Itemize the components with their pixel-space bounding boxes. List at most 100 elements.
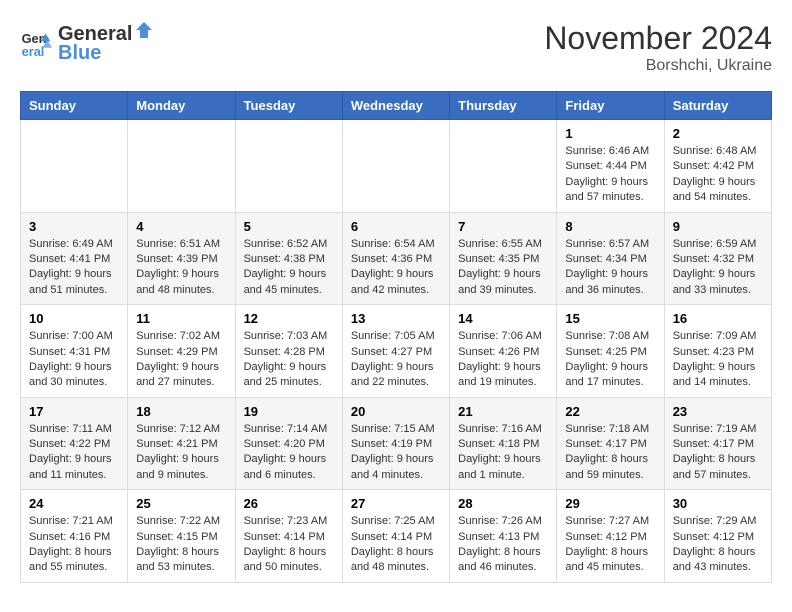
- day-number: 20: [351, 404, 441, 419]
- calendar-cell: 14 Sunrise: 7:06 AMSunset: 4:26 PMDayligh…: [450, 305, 557, 398]
- logo-icon: Gen eral: [20, 27, 52, 59]
- calendar-cell: 8 Sunrise: 6:57 AMSunset: 4:34 PMDaylight…: [557, 212, 664, 305]
- calendar-cell: 16 Sunrise: 7:09 AMSunset: 4:23 PMDayligh…: [664, 305, 771, 398]
- day-info: Sunrise: 7:23 AMSunset: 4:14 PMDaylight:…: [244, 514, 334, 576]
- day-info: Sunrise: 7:15 AMSunset: 4:19 PMDaylight:…: [351, 422, 441, 484]
- day-number: 30: [673, 496, 763, 511]
- day-number: 11: [136, 311, 226, 326]
- calendar-cell: 20 Sunrise: 7:15 AMSunset: 4:19 PMDayligh…: [342, 397, 449, 490]
- day-info: Sunrise: 7:14 AMSunset: 4:20 PMDaylight:…: [244, 422, 334, 484]
- calendar-cell: 7Sunrise: 6:55 AMSunset: 4:35 PMDaylight…: [450, 212, 557, 305]
- week-row-4: 17 Sunrise: 7:11 AMSunset: 4:22 PMDayligh…: [21, 397, 772, 490]
- day-number: 2: [673, 126, 763, 141]
- day-number: 6: [351, 219, 441, 234]
- day-info: Sunrise: 6:54 AMSunset: 4:36 PMDaylight:…: [351, 237, 441, 299]
- calendar-cell: 26 Sunrise: 7:23 AMSunset: 4:14 PMDayligh…: [235, 490, 342, 583]
- day-info: Sunrise: 7:29 AMSunset: 4:12 PMDaylight:…: [673, 514, 763, 576]
- calendar-cell: 24Sunrise: 7:21 AMSunset: 4:16 PMDayligh…: [21, 490, 128, 583]
- day-info: Sunrise: 7:08 AMSunset: 4:25 PMDaylight:…: [565, 329, 655, 391]
- day-number: 10: [29, 311, 119, 326]
- day-number: 12: [244, 311, 334, 326]
- calendar-cell: 6 Sunrise: 6:54 AMSunset: 4:36 PMDaylight…: [342, 212, 449, 305]
- day-info: Sunrise: 7:19 AMSunset: 4:17 PMDaylight:…: [673, 422, 763, 484]
- col-header-sunday: Sunday: [21, 92, 128, 120]
- day-info: Sunrise: 6:59 AMSunset: 4:32 PMDaylight:…: [673, 237, 763, 299]
- day-number: 22: [565, 404, 655, 419]
- day-number: 19: [244, 404, 334, 419]
- day-info: Sunrise: 7:09 AMSunset: 4:23 PMDaylight:…: [673, 329, 763, 391]
- day-info: Sunrise: 6:57 AMSunset: 4:34 PMDaylight:…: [565, 237, 655, 299]
- day-info: Sunrise: 6:52 AMSunset: 4:38 PMDaylight:…: [244, 237, 334, 299]
- col-header-friday: Friday: [557, 92, 664, 120]
- day-info: Sunrise: 7:11 AMSunset: 4:22 PMDaylight:…: [29, 422, 119, 484]
- header: Gen eral General Blue November 2024 Bors…: [20, 20, 772, 75]
- day-number: 13: [351, 311, 441, 326]
- calendar-cell: 2 Sunrise: 6:48 AMSunset: 4:42 PMDaylight…: [664, 120, 771, 213]
- calendar-cell: 12 Sunrise: 7:03 AMSunset: 4:28 PMDayligh…: [235, 305, 342, 398]
- day-number: 21: [458, 404, 548, 419]
- calendar-cell: 29Sunrise: 7:27 AMSunset: 4:12 PMDayligh…: [557, 490, 664, 583]
- calendar-cell: 4 Sunrise: 6:51 AMSunset: 4:39 PMDaylight…: [128, 212, 235, 305]
- day-info: Sunrise: 7:26 AMSunset: 4:13 PMDaylight:…: [458, 514, 548, 576]
- day-number: 26: [244, 496, 334, 511]
- calendar-cell: 1 Sunrise: 6:46 AMSunset: 4:44 PMDaylight…: [557, 120, 664, 213]
- day-info: Sunrise: 7:16 AMSunset: 4:18 PMDaylight:…: [458, 422, 548, 484]
- day-number: 8: [565, 219, 655, 234]
- day-number: 16: [673, 311, 763, 326]
- day-number: 23: [673, 404, 763, 419]
- calendar-cell: 25 Sunrise: 7:22 AMSunset: 4:15 PMDayligh…: [128, 490, 235, 583]
- day-number: 25: [136, 496, 226, 511]
- day-info: Sunrise: 7:22 AMSunset: 4:15 PMDaylight:…: [136, 514, 226, 576]
- day-number: 5: [244, 219, 334, 234]
- logo: Gen eral General Blue: [20, 20, 154, 65]
- day-number: 27: [351, 496, 441, 511]
- day-info: Sunrise: 6:51 AMSunset: 4:39 PMDaylight:…: [136, 237, 226, 299]
- calendar-cell: 5 Sunrise: 6:52 AMSunset: 4:38 PMDaylight…: [235, 212, 342, 305]
- day-info: Sunrise: 6:55 AMSunset: 4:35 PMDaylight:…: [458, 237, 548, 299]
- calendar-cell: 28Sunrise: 7:26 AMSunset: 4:13 PMDayligh…: [450, 490, 557, 583]
- calendar-cell: 15 Sunrise: 7:08 AMSunset: 4:25 PMDayligh…: [557, 305, 664, 398]
- day-number: 1: [565, 126, 655, 141]
- title-area: November 2024 Borshchi, Ukraine: [544, 20, 772, 75]
- day-number: 14: [458, 311, 548, 326]
- day-info: Sunrise: 7:02 AMSunset: 4:29 PMDaylight:…: [136, 329, 226, 391]
- calendar-cell: 17 Sunrise: 7:11 AMSunset: 4:22 PMDayligh…: [21, 397, 128, 490]
- calendar-cell: 13Sunrise: 7:05 AMSunset: 4:27 PMDayligh…: [342, 305, 449, 398]
- calendar-cell: 23 Sunrise: 7:19 AMSunset: 4:17 PMDayligh…: [664, 397, 771, 490]
- calendar-cell: [450, 120, 557, 213]
- calendar-cell: [21, 120, 128, 213]
- col-header-tuesday: Tuesday: [235, 92, 342, 120]
- calendar-cell: 11 Sunrise: 7:02 AMSunset: 4:29 PMDayligh…: [128, 305, 235, 398]
- col-header-thursday: Thursday: [450, 92, 557, 120]
- calendar-cell: 21 Sunrise: 7:16 AMSunset: 4:18 PMDayligh…: [450, 397, 557, 490]
- week-row-1: 1 Sunrise: 6:46 AMSunset: 4:44 PMDaylight…: [21, 120, 772, 213]
- location-title: Borshchi, Ukraine: [544, 57, 772, 75]
- col-header-wednesday: Wednesday: [342, 92, 449, 120]
- day-number: 17: [29, 404, 119, 419]
- svg-text:eral: eral: [22, 43, 45, 58]
- logo-bird-icon: [134, 20, 154, 40]
- calendar-cell: 22 Sunrise: 7:18 AMSunset: 4:17 PMDayligh…: [557, 397, 664, 490]
- day-number: 9: [673, 219, 763, 234]
- calendar-cell: 9 Sunrise: 6:59 AMSunset: 4:32 PMDaylight…: [664, 212, 771, 305]
- calendar-cell: [235, 120, 342, 213]
- day-info: Sunrise: 6:48 AMSunset: 4:42 PMDaylight:…: [673, 144, 763, 206]
- col-header-saturday: Saturday: [664, 92, 771, 120]
- day-info: Sunrise: 6:46 AMSunset: 4:44 PMDaylight:…: [565, 144, 655, 206]
- day-info: Sunrise: 7:03 AMSunset: 4:28 PMDaylight:…: [244, 329, 334, 391]
- calendar-cell: [128, 120, 235, 213]
- day-info: Sunrise: 7:00 AMSunset: 4:31 PMDaylight:…: [29, 329, 119, 391]
- day-number: 15: [565, 311, 655, 326]
- calendar-cell: [342, 120, 449, 213]
- month-title: November 2024: [544, 20, 772, 57]
- day-info: Sunrise: 6:49 AMSunset: 4:41 PMDaylight:…: [29, 237, 119, 299]
- calendar-cell: 30 Sunrise: 7:29 AMSunset: 4:12 PMDayligh…: [664, 490, 771, 583]
- day-info: Sunrise: 7:06 AMSunset: 4:26 PMDaylight:…: [458, 329, 548, 391]
- calendar-cell: 10 Sunrise: 7:00 AMSunset: 4:31 PMDayligh…: [21, 305, 128, 398]
- day-info: Sunrise: 7:21 AMSunset: 4:16 PMDaylight:…: [29, 514, 119, 576]
- week-row-3: 10 Sunrise: 7:00 AMSunset: 4:31 PMDayligh…: [21, 305, 772, 398]
- calendar-cell: 18Sunrise: 7:12 AMSunset: 4:21 PMDayligh…: [128, 397, 235, 490]
- day-number: 18: [136, 404, 226, 419]
- day-info: Sunrise: 7:18 AMSunset: 4:17 PMDaylight:…: [565, 422, 655, 484]
- day-number: 4: [136, 219, 226, 234]
